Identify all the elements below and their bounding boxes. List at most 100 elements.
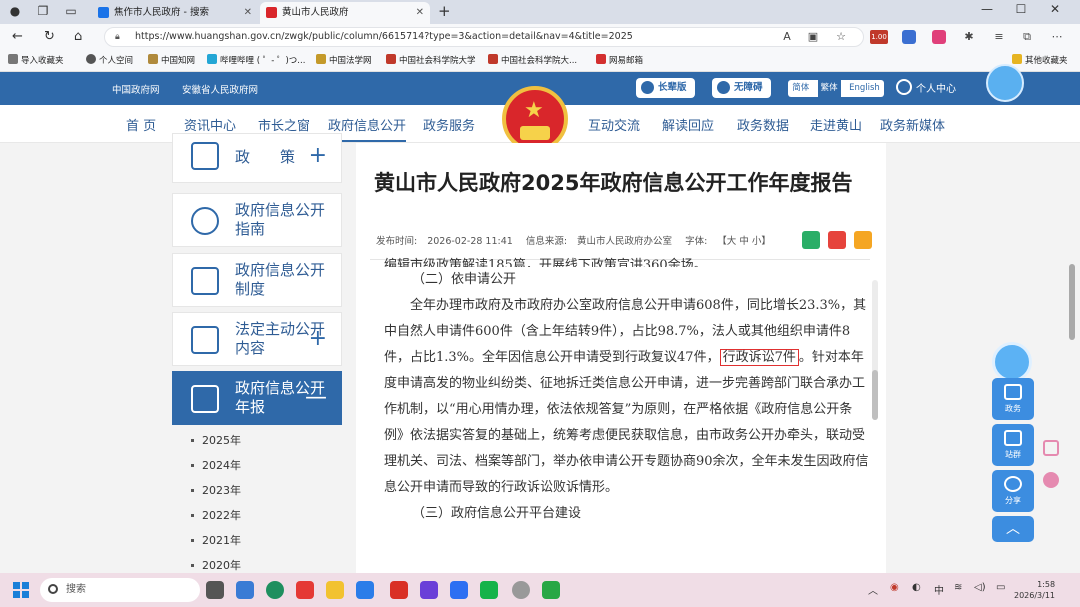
- favorite-folder[interactable]: 其他收藏夹: [1012, 54, 1068, 66]
- task-view-icon[interactable]: [206, 581, 224, 599]
- close-tab-icon[interactable]: ✕: [244, 2, 252, 24]
- sidebar-item-system[interactable]: 政府信息公开制度: [172, 253, 342, 307]
- nav-mayor[interactable]: 市长之窗: [258, 115, 310, 134]
- sidebar-item-active-disclosure[interactable]: 法定主动公开内容 +: [172, 312, 342, 366]
- year-link-2022[interactable]: 2022年: [172, 503, 342, 528]
- edge-browser-icon[interactable]: [266, 581, 284, 599]
- province-portal-link[interactable]: 安徽省人民政府网: [182, 82, 258, 96]
- windows-start-icon[interactable]: [13, 582, 29, 598]
- extensions-puzzle-icon[interactable]: ✱: [962, 30, 976, 44]
- volume-icon[interactable]: ◁): [974, 582, 986, 593]
- year-link-2024[interactable]: 2024年: [172, 453, 342, 478]
- favorite-item[interactable]: 个人空间: [86, 54, 133, 66]
- sidebar-tool-icon[interactable]: [1043, 440, 1059, 456]
- home-icon[interactable]: ⌂: [74, 29, 82, 44]
- accessibility-button[interactable]: 无障碍: [712, 78, 771, 98]
- elder-mode-button[interactable]: 长辈版: [636, 78, 695, 98]
- profile-icon[interactable]: ●: [8, 4, 22, 18]
- word-icon[interactable]: [450, 581, 468, 599]
- wps-icon[interactable]: [390, 581, 408, 599]
- youdao-icon[interactable]: [296, 581, 314, 599]
- favorite-item[interactable]: 中国法学网: [316, 54, 372, 66]
- favorites-list-icon[interactable]: ≡: [992, 30, 1006, 44]
- nav-gov-data[interactable]: 政务数据: [737, 115, 789, 134]
- gov-service-button[interactable]: 政务: [992, 378, 1034, 420]
- taskbar-search[interactable]: 搜索: [40, 578, 200, 602]
- lang-simplified[interactable]: 简体: [792, 80, 809, 97]
- assistant-robot-icon[interactable]: [992, 342, 1032, 382]
- battery-icon[interactable]: ▭: [996, 582, 1005, 593]
- favorite-item[interactable]: 中国社会科学院大...: [488, 54, 577, 66]
- url-field[interactable]: 🔒︎ https://www.huangshan.gov.cn/zwgk/pub…: [104, 27, 864, 47]
- favorite-item[interactable]: 网易邮箱: [596, 54, 643, 66]
- expand-icon[interactable]: +: [309, 142, 327, 170]
- extension-icon[interactable]: [902, 30, 916, 44]
- nav-news[interactable]: 资讯中心: [184, 115, 236, 134]
- browser-tab-search[interactable]: 焦作市人民政府 - 搜索 ✕: [92, 2, 258, 24]
- font-size-switch[interactable]: 【大 中 小】: [717, 236, 771, 247]
- year-link-2025[interactable]: 2025年: [172, 428, 342, 453]
- collections-icon[interactable]: ⧉: [1020, 30, 1034, 44]
- tray-app-icon[interactable]: ◉: [890, 582, 899, 593]
- widgets-icon[interactable]: [236, 581, 254, 599]
- back-icon[interactable]: ←: [12, 29, 23, 44]
- collapse-icon[interactable]: —: [305, 384, 327, 412]
- close-tab-icon[interactable]: ✕: [416, 2, 424, 24]
- nav-home[interactable]: 首 页: [126, 115, 156, 134]
- weibo-share-icon[interactable]: [828, 231, 846, 249]
- back-to-top-button[interactable]: ︿: [992, 516, 1034, 542]
- zoom-badge[interactable]: 1.00: [870, 30, 888, 44]
- app-view-icon[interactable]: ▣: [806, 30, 820, 44]
- personal-center-link[interactable]: 个人中心: [896, 79, 956, 95]
- year-link-2021[interactable]: 2021年: [172, 528, 342, 553]
- close-window-icon[interactable]: ✕: [1038, 2, 1072, 16]
- read-aloud-icon[interactable]: A: [780, 30, 794, 44]
- scroll-thumb[interactable]: [1069, 264, 1075, 340]
- page-scrollbar[interactable]: [1068, 70, 1076, 570]
- refresh-icon[interactable]: ↻: [44, 29, 55, 44]
- nav-interpretation[interactable]: 解读回应: [662, 115, 714, 134]
- year-link-2023[interactable]: 2023年: [172, 478, 342, 503]
- input-method-indicator[interactable]: 中: [934, 582, 944, 597]
- new-tab-icon[interactable]: +: [438, 2, 451, 20]
- tray-app-icon[interactable]: ◐: [912, 582, 921, 593]
- file-explorer-icon[interactable]: [326, 581, 344, 599]
- sidebar-item-guide[interactable]: 政府信息公开指南: [172, 193, 342, 247]
- workspaces-icon[interactable]: ❐: [36, 4, 50, 18]
- favorite-star-icon[interactable]: ☆: [834, 30, 848, 44]
- favorite-item[interactable]: 中国社会科学院大学: [386, 54, 476, 66]
- app-icon[interactable]: [512, 581, 530, 599]
- todo-icon[interactable]: [356, 581, 374, 599]
- minimize-icon[interactable]: —: [970, 2, 1004, 16]
- app-icon[interactable]: [542, 581, 560, 599]
- gov-portal-link[interactable]: 中国政府网: [112, 82, 160, 96]
- share-button[interactable]: 分享: [992, 470, 1034, 512]
- assistant-bubble-icon[interactable]: [986, 64, 1024, 102]
- lang-traditional[interactable]: 繁体: [817, 80, 841, 97]
- favorite-share-icon[interactable]: [854, 231, 872, 249]
- show-hidden-icons[interactable]: ︿: [868, 582, 878, 597]
- system-clock[interactable]: 1:58 2026/3/11: [1014, 579, 1055, 601]
- nav-explore-huangshan[interactable]: 走进黄山: [810, 115, 862, 134]
- favorite-item[interactable]: 导入收藏夹: [8, 54, 64, 66]
- maximize-icon[interactable]: ☐: [1004, 2, 1038, 16]
- wechat-icon[interactable]: [480, 581, 498, 599]
- favorite-item[interactable]: 中国知网: [148, 54, 195, 66]
- more-menu-icon[interactable]: ⋯: [1050, 30, 1064, 44]
- expand-icon[interactable]: +: [309, 325, 327, 353]
- article-scrollbar[interactable]: [872, 280, 878, 420]
- extension-icon[interactable]: [932, 30, 946, 44]
- lang-english[interactable]: English: [849, 80, 880, 97]
- wifi-icon[interactable]: ≋: [954, 582, 962, 593]
- wechat-share-icon[interactable]: [802, 231, 820, 249]
- scroll-thumb[interactable]: [872, 370, 878, 420]
- lock-icon[interactable]: 🔒︎: [115, 28, 120, 46]
- browser-tab-huangshan[interactable]: 黄山市人民政府 ✕: [260, 2, 430, 24]
- nav-new-media[interactable]: 政务新媒体: [880, 115, 945, 134]
- favorite-item[interactable]: 哔哩哔哩 ( ゜- ゜)つ...: [207, 54, 305, 66]
- site-group-button[interactable]: 站群: [992, 424, 1034, 466]
- tab-actions-icon[interactable]: ▭: [64, 4, 78, 18]
- onenote-icon[interactable]: [420, 581, 438, 599]
- sidebar-item-annual-report[interactable]: 政府信息公开年报 —: [172, 371, 342, 425]
- nav-gov-services[interactable]: 政务服务: [423, 115, 475, 134]
